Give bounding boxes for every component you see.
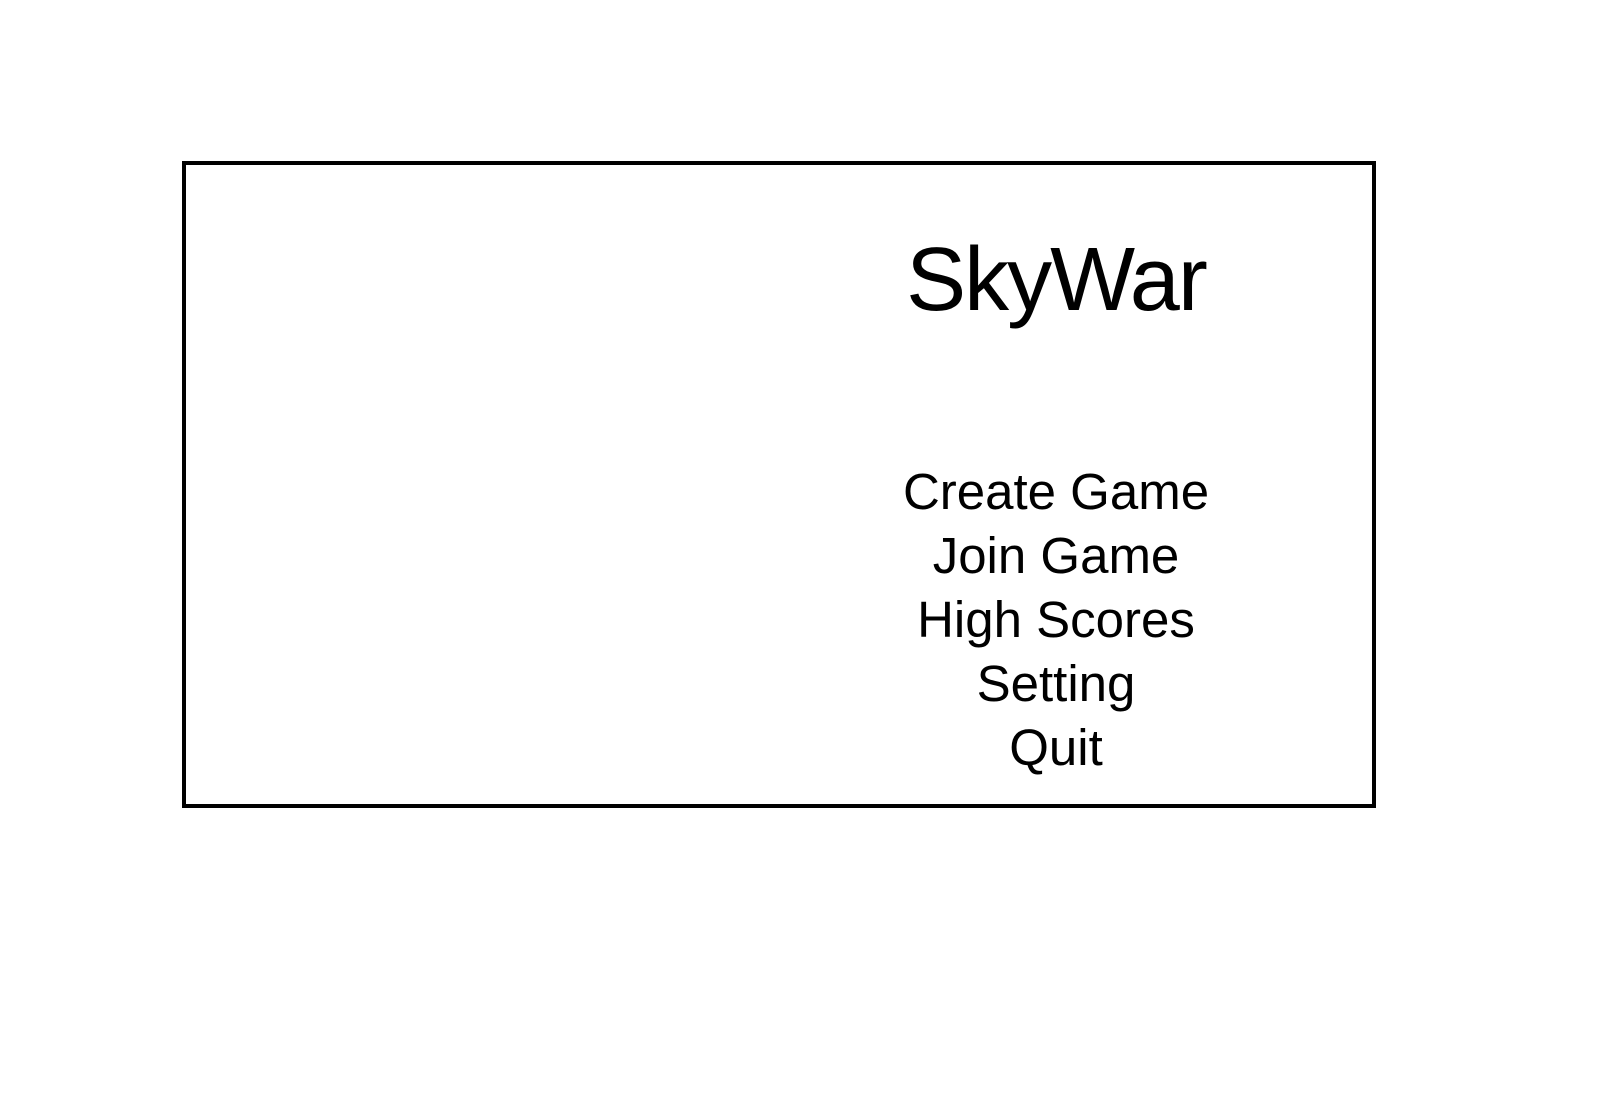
- menu-item-high-scores[interactable]: High Scores: [856, 588, 1256, 652]
- game-window: SkyWar Create Game Join Game High Scores…: [182, 161, 1376, 808]
- menu-item-join-game[interactable]: Join Game: [856, 524, 1256, 588]
- main-menu-panel: SkyWar Create Game Join Game High Scores…: [856, 165, 1256, 804]
- main-menu: Create Game Join Game High Scores Settin…: [856, 460, 1256, 780]
- menu-item-quit[interactable]: Quit: [856, 716, 1256, 780]
- game-title: SkyWar: [906, 230, 1208, 330]
- menu-item-setting[interactable]: Setting: [856, 652, 1256, 716]
- menu-item-create-game[interactable]: Create Game: [856, 460, 1256, 524]
